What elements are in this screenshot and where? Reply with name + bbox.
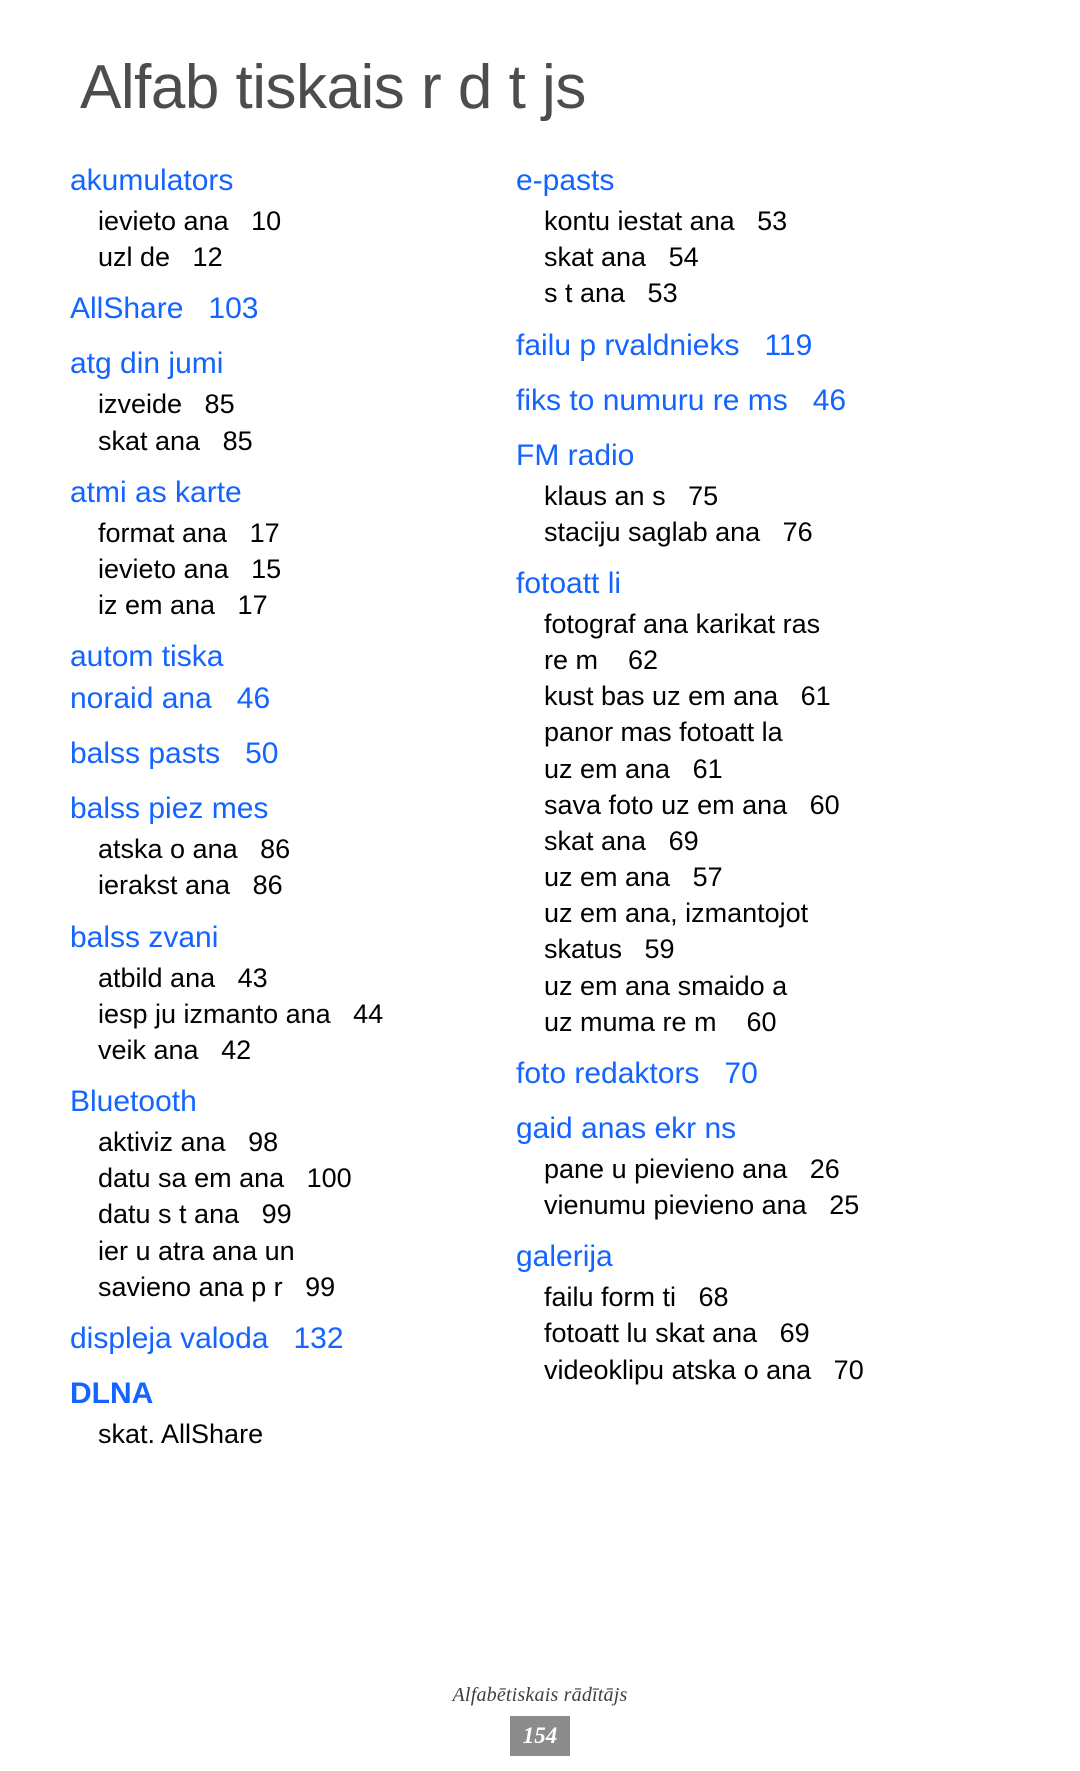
index-headword[interactable]: balss pasts 50 [70,733,490,775]
index-subentry[interactable]: datu s t ana 99 [70,1196,490,1232]
index-subentry[interactable]: videoklipu atska o ana 70 [516,1352,936,1388]
page-footer: Alfabētiskais rādītājs 154 [0,1684,1080,1756]
index-entry: balss piez mes atska o ana 86 ierakst ana … [70,788,490,903]
index-subentry[interactable]: panor mas fotoatt la uz em ana 61 [516,714,936,786]
index-subentry[interactable]: veik ana 42 [70,1032,490,1068]
index-subentry[interactable]: skat ana 85 [70,423,490,459]
index-subentry[interactable]: atska o ana 86 [70,831,490,867]
page-number-badge: 154 [509,1716,571,1756]
index-entry: foto redaktors 70 [516,1053,936,1095]
index-subentry[interactable]: uz em ana smaido a uz muma re m 60 [516,968,936,1040]
index-headword[interactable]: foto redaktors 70 [516,1053,936,1095]
index-subentry[interactable]: uzl de 12 [70,239,490,275]
index-entry: akumulators ievieto ana 10 uzl de 12 [70,160,490,275]
index-columns: akumulators ievieto ana 10 uzl de 12 AllSha… [70,160,1010,1454]
index-subentry[interactable]: atbild ana 43 [70,960,490,996]
index-subentry[interactable]: iz em ana 17 [70,587,490,623]
index-headword[interactable]: galerija [516,1236,936,1278]
index-entry: autom tiska noraid ana 46 [70,636,490,720]
index-subentry[interactable]: kust bas uz em ana 61 [516,678,936,714]
index-entry: failu p rvaldnieks 119 [516,325,936,367]
index-entry: e-pasts kontu iestat ana 53 skat ana 54 s t… [516,160,936,312]
index-subentry[interactable]: ier u atra ana un savieno ana p r 99 [70,1233,490,1305]
index-subentry[interactable]: uz em ana, izmantojot skatus 59 [516,895,936,967]
index-subentry[interactable]: fotograf ana karikat ras re m 62 [516,606,936,678]
index-subentry[interactable]: ievieto ana 15 [70,551,490,587]
index-subentry[interactable]: s t ana 53 [516,275,936,311]
index-headword[interactable]: failu p rvaldnieks 119 [516,325,936,367]
index-entry: fotoatt li fotograf ana karikat ras re m … [516,563,936,1040]
index-entry: AllShare 103 [70,288,490,330]
footer-label: Alfabētiskais rādītājs [452,1684,628,1706]
index-subentry[interactable]: pane u pievieno ana 26 [516,1151,936,1187]
index-entry: balss pasts 50 [70,733,490,775]
index-subentry[interactable]: uz em ana 57 [516,859,936,895]
index-subentry[interactable]: staciju saglab ana 76 [516,514,936,550]
index-subentry[interactable]: aktiviz ana 98 [70,1124,490,1160]
index-headword[interactable]: fotoatt li [516,563,936,605]
index-subentry[interactable]: fotoatt lu skat ana 69 [516,1315,936,1351]
index-headword[interactable]: displeja valoda 132 [70,1318,490,1360]
index-headword[interactable]: Bluetooth [70,1081,490,1123]
index-entry: galerija failu form ti 68 fotoatt lu skat … [516,1236,936,1388]
index-column-left: akumulators ievieto ana 10 uzl de 12 AllSha… [70,160,490,1454]
index-entry: gaid anas ekr ns pane u pievieno ana 26 vi… [516,1108,936,1223]
index-subentry[interactable]: iesp ju izmanto ana 44 [70,996,490,1032]
index-headword[interactable]: AllShare 103 [70,288,490,330]
index-column-right: e-pasts kontu iestat ana 53 skat ana 54 s t… [516,160,936,1454]
index-entry: atmi as karte format ana 17 ievieto ana 15… [70,472,490,624]
page-title: Alfab tiskais r d t js [80,53,586,122]
index-headword[interactable]: autom tiska noraid ana 46 [70,636,490,720]
index-subentry[interactable]: skat. AllShare [70,1416,490,1452]
index-headword[interactable]: balss piez mes [70,788,490,830]
index-subentry[interactable]: skat ana 69 [516,823,936,859]
index-subentry[interactable]: ierakst ana 86 [70,867,490,903]
index-subentry[interactable]: datu sa em ana 100 [70,1160,490,1196]
index-entry: atg din jumi izveide 85 skat ana 85 [70,343,490,458]
index-subentry[interactable]: klaus an s 75 [516,478,936,514]
index-headword[interactable]: atmi as karte [70,472,490,514]
index-page: Alfab tiskais r d t js akumulators ieviet… [0,0,1080,1771]
index-subentry[interactable]: skat ana 54 [516,239,936,275]
index-entry: FM radio klaus an s 75 staciju saglab ana … [516,435,936,550]
index-headword[interactable]: DLNA [70,1373,490,1415]
index-headword[interactable]: FM radio [516,435,936,477]
index-entry: fiks to numuru re ms 46 [516,380,936,422]
index-subentry[interactable]: vienumu pievieno ana 25 [516,1187,936,1223]
index-subentry[interactable]: sava foto uz em ana 60 [516,787,936,823]
index-entry: displeja valoda 132 [70,1318,490,1360]
index-headword[interactable]: gaid anas ekr ns [516,1108,936,1150]
index-subentry[interactable]: ievieto ana 10 [70,203,490,239]
index-headword[interactable]: balss zvani [70,917,490,959]
index-headword[interactable]: e-pasts [516,160,936,202]
index-entry: balss zvani atbild ana 43 iesp ju izmanto … [70,917,490,1069]
index-subentry[interactable]: izveide 85 [70,386,490,422]
index-headword[interactable]: akumulators [70,160,490,202]
index-subentry[interactable]: format ana 17 [70,515,490,551]
index-headword[interactable]: fiks to numuru re ms 46 [516,380,936,422]
index-entry: Bluetooth aktiviz ana 98 datu sa em ana 10… [70,1081,490,1305]
index-entry: DLNA skat. AllShare [70,1373,490,1452]
index-headword[interactable]: atg din jumi [70,343,490,385]
index-subentry[interactable]: kontu iestat ana 53 [516,203,936,239]
index-subentry[interactable]: failu form ti 68 [516,1279,936,1315]
